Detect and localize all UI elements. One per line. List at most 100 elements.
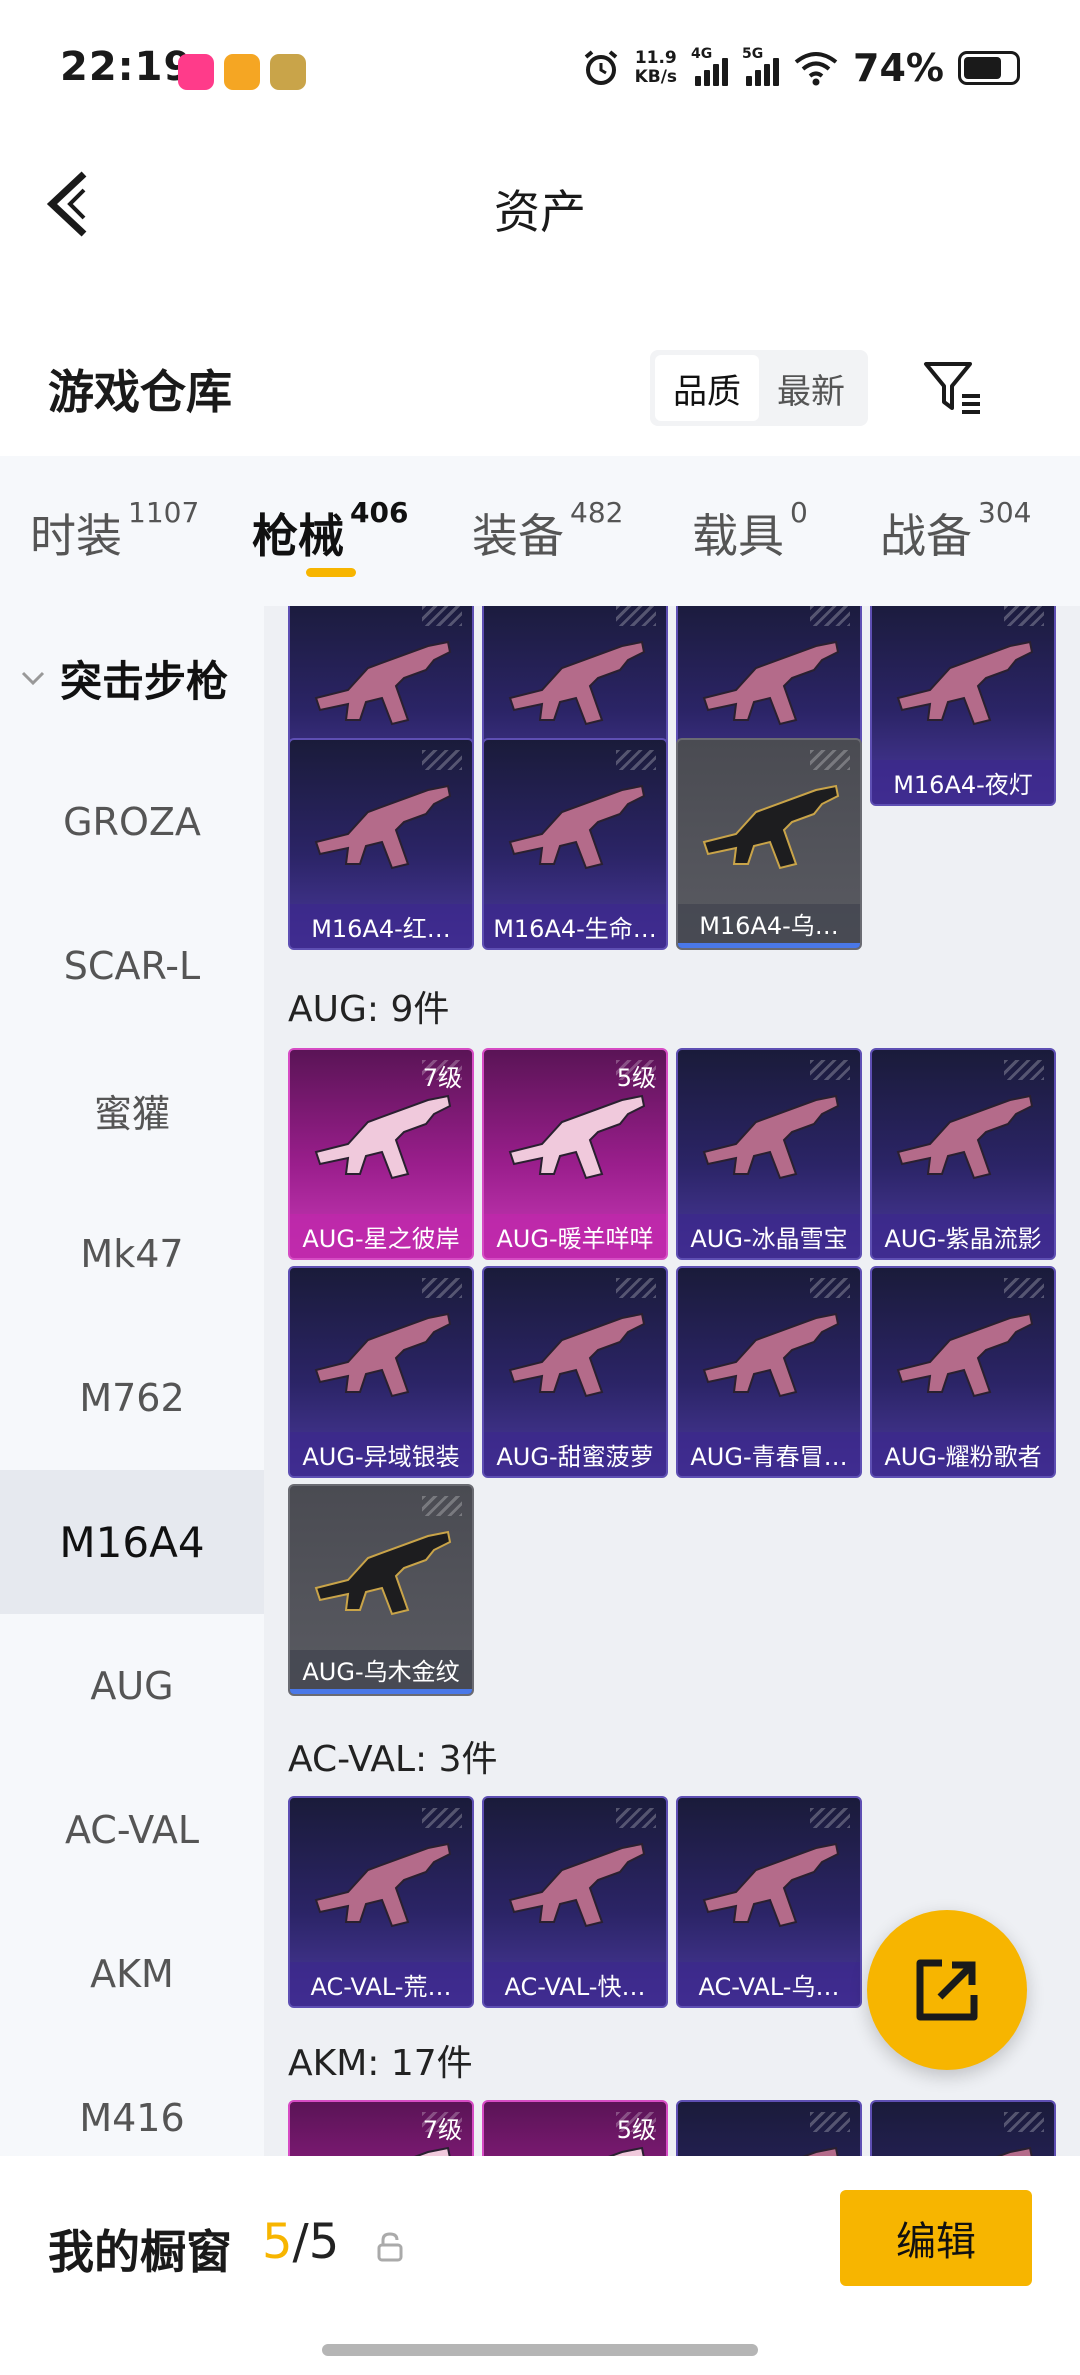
card-name: AUG-暖羊咩咩	[484, 1214, 666, 1258]
showcase-count-current: 5	[262, 2214, 293, 2270]
tab-vehicles[interactable]: 载具 0	[692, 456, 880, 606]
sidebar-item-ac-val[interactable]: AC-VAL	[0, 1758, 264, 1902]
card-name: AUG-乌木金纹	[290, 1650, 472, 1694]
card-decoration	[1004, 2112, 1044, 2132]
app-notification-icon	[224, 54, 260, 90]
status-bar: 22:19 11.9 KB/s 4G 5G 74%	[0, 0, 1080, 140]
sidebar-item-m416[interactable]: M416	[0, 2046, 264, 2156]
rifle-icon	[896, 640, 1034, 726]
rifle-icon	[314, 640, 452, 726]
status-right: 11.9 KB/s 4G 5G 74%	[581, 46, 1020, 90]
card-decoration	[616, 1808, 656, 1828]
network-speed-unit: KB/s	[634, 67, 678, 87]
sidebar-item-m16a4[interactable]: M16A4	[0, 1470, 264, 1614]
card-level-badge: 7级	[422, 2116, 462, 2144]
weapon-card[interactable]: 7级	[288, 2100, 474, 2156]
share-button[interactable]	[867, 1910, 1027, 2070]
sidebar-item-scar-l[interactable]: SCAR-L	[0, 894, 264, 1038]
weapon-card[interactable]: AUG-异域银装	[288, 1266, 474, 1478]
tab-supplies[interactable]: 战备 304	[880, 456, 1080, 606]
weapon-card[interactable]: M16A4-夜灯	[870, 606, 1056, 806]
edit-button[interactable]: 编辑	[840, 2190, 1032, 2286]
showcase-label: 我的橱窗	[48, 2225, 232, 2279]
warehouse-title: 游戏仓库	[48, 365, 232, 419]
home-indicator	[322, 2344, 758, 2356]
card-name: AC-VAL-荒…	[290, 1962, 472, 2006]
card-decoration	[1004, 1278, 1044, 1298]
weapon-card[interactable]: 5级	[482, 2100, 668, 2156]
weapon-card[interactable]	[676, 2100, 862, 2156]
weapon-card[interactable]: AC-VAL-快…	[482, 1796, 668, 2008]
page-title: 资产	[494, 185, 586, 239]
card-decoration	[616, 606, 656, 626]
weapon-card[interactable]: 5级 AUG-暖羊咩咩	[482, 1048, 668, 1260]
weapon-card[interactable]: AUG-青春冒…	[676, 1266, 862, 1478]
sidebar-category-assault-rifle[interactable]: 突击步枪	[0, 606, 264, 750]
tab-label: 枪械	[252, 509, 344, 563]
card-decoration	[422, 1278, 462, 1298]
rifle-icon	[314, 1312, 452, 1398]
battery-percent: 74%	[853, 46, 944, 90]
section-title-akm: AKM: 17件	[288, 2043, 473, 2084]
filter-icon[interactable]	[920, 356, 984, 420]
card-level-badge: 5级	[616, 2116, 656, 2144]
card-decoration	[810, 606, 850, 626]
card-name: M16A4-生命…	[484, 904, 666, 948]
card-name: AC-VAL-乌…	[678, 1962, 860, 2006]
card-decoration	[422, 606, 462, 626]
weapon-card[interactable]: M16A4-乌…	[676, 738, 862, 950]
sort-quality-button[interactable]: 品质	[655, 355, 759, 421]
weapon-card[interactable]	[870, 2100, 1056, 2156]
rifle-icon	[702, 1842, 840, 1928]
tab-label: 载具	[692, 509, 784, 563]
battery-icon	[958, 51, 1020, 85]
tab-guns[interactable]: 枪械 406	[252, 456, 472, 606]
rifle-icon	[508, 784, 646, 870]
signal-4g-icon: 4G	[691, 46, 729, 86]
section-title-aug: AUG: 9件	[288, 989, 450, 1030]
tab-count: 482	[570, 496, 624, 529]
alarm-icon	[584, 50, 617, 85]
weapon-card[interactable]: AUG-紫晶流影	[870, 1048, 1056, 1260]
card-decoration	[1004, 1060, 1044, 1080]
showcase-count-total: 5	[308, 2214, 340, 2270]
wifi-icon	[794, 52, 838, 86]
tab-equipment[interactable]: 装备 482	[472, 456, 692, 606]
card-decoration	[1004, 606, 1044, 626]
tab-label: 装备	[472, 509, 564, 563]
sidebar-item-mk47[interactable]: Mk47	[0, 1182, 264, 1326]
card-name: AUG-星之彼岸	[290, 1214, 472, 1258]
rifle-icon	[508, 1094, 646, 1180]
sidebar-item-akm[interactable]: AKM	[0, 1902, 264, 2046]
sidebar-item-aug[interactable]: AUG	[0, 1614, 264, 1758]
tab-label: 时装	[30, 509, 122, 563]
card-decoration	[810, 1278, 850, 1298]
notification-apps	[178, 54, 306, 90]
rifle-icon	[314, 1842, 452, 1928]
card-name: M16A4-乌…	[678, 904, 860, 948]
weapon-card[interactable]: M16A4-红…	[288, 738, 474, 950]
weapon-card[interactable]: AC-VAL-乌…	[676, 1796, 862, 2008]
sort-newest-button[interactable]: 最新	[759, 355, 863, 421]
weapon-card[interactable]: AUG-冰晶雪宝	[676, 1048, 862, 1260]
weapon-card[interactable]: AUG-乌木金纹	[288, 1484, 474, 1696]
weapon-card[interactable]: AUG-耀粉歌者	[870, 1266, 1056, 1478]
sidebar-category-label: 突击步枪	[60, 656, 229, 706]
weapon-card[interactable]: M16A4-生命…	[482, 738, 668, 950]
weapon-card[interactable]: AUG-甜蜜菠萝	[482, 1266, 668, 1478]
signal-5g-label: 5G	[742, 46, 764, 62]
card-level-badge: 7级	[422, 1064, 462, 1092]
card-name: AUG-冰晶雪宝	[678, 1214, 860, 1258]
rifle-icon	[702, 1094, 840, 1180]
card-decoration	[616, 1278, 656, 1298]
sidebar-item-honey-badger[interactable]: 蜜獾	[0, 1038, 264, 1182]
sidebar-item-groza[interactable]: GROZA	[0, 750, 264, 894]
rifle-icon	[702, 1312, 840, 1398]
weapon-card[interactable]: AC-VAL-荒…	[288, 1796, 474, 2008]
tab-fashion[interactable]: 时装 1107	[30, 456, 252, 606]
sidebar-item-m762[interactable]: M762	[0, 1326, 264, 1470]
app-notification-icon	[178, 54, 214, 90]
rifle-icon	[314, 784, 452, 870]
weapon-card[interactable]: 7级 AUG-星之彼岸	[288, 1048, 474, 1260]
card-decoration	[422, 1496, 462, 1516]
